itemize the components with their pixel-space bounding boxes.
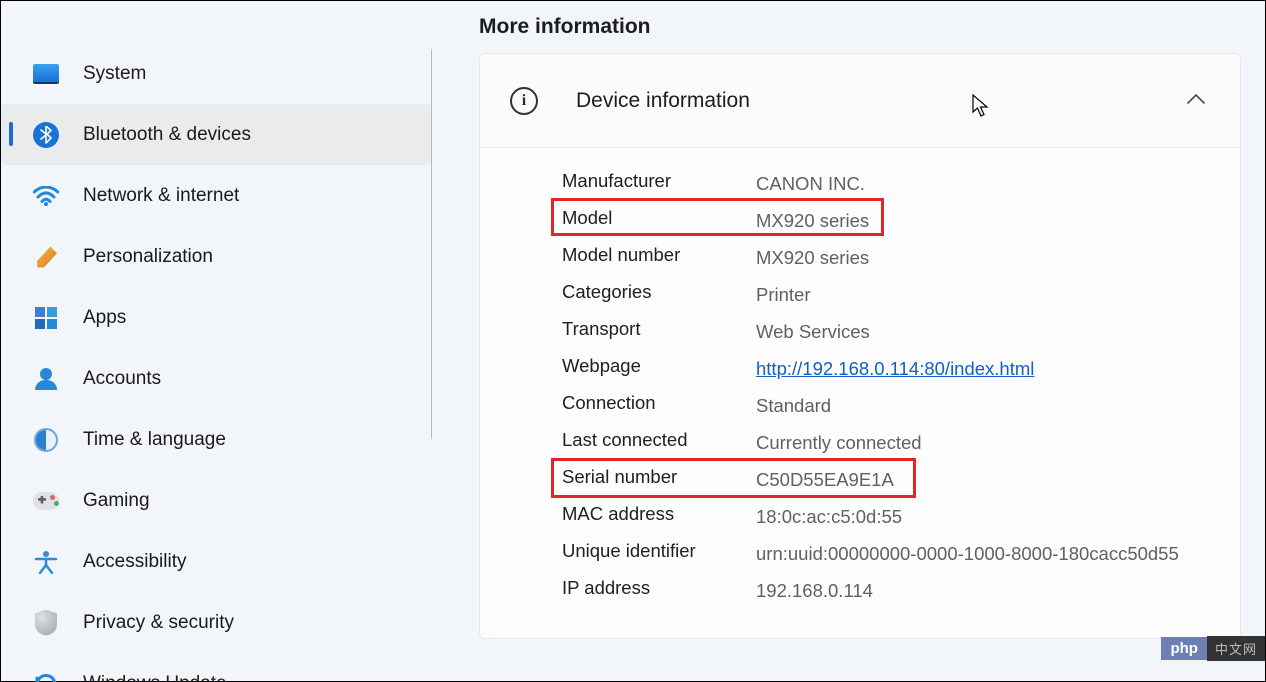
row-transport: TransportWeb Services [562,316,1210,353]
sidebar-item-label: System [83,63,146,85]
sidebar-item-gaming[interactable]: Gaming [1,470,431,531]
personalization-icon [33,244,59,270]
mouse-cursor-icon [972,94,990,116]
row-last-connected: Last connectedCurrently connected [562,427,1210,464]
card-title: Device information [576,89,750,113]
row-webpage: Webpagehttp://192.168.0.114:80/index.htm… [562,353,1210,390]
row-ip: IP address192.168.0.114 [562,575,1210,612]
sidebar-item-label: Time & language [83,429,226,451]
card-body: ManufacturerCANON INC. ModelMX920 series… [480,148,1240,612]
row-mac: MAC address18:0c:ac:c5:0d:55 [562,501,1210,538]
network-icon [33,183,59,209]
label-categories: Categories [562,279,756,303]
sidebar-item-accessibility[interactable]: Accessibility [1,531,431,592]
sidebar-item-label: Privacy & security [83,612,234,634]
info-icon: i [510,87,538,115]
sidebar-item-label: Gaming [83,490,150,512]
row-manufacturer: ManufacturerCANON INC. [562,168,1210,205]
sidebar-item-personalization[interactable]: Personalization [1,226,431,287]
accounts-icon [33,366,59,392]
page-title: More information [479,15,1241,39]
sidebar-item-windows-update[interactable]: Windows Update [1,653,431,682]
row-model-number: Model numberMX920 series [562,242,1210,279]
label-model: Model [562,205,756,229]
time-language-icon [33,427,59,453]
sidebar-item-label: Apps [83,307,126,329]
accessibility-icon [33,549,59,575]
card-header[interactable]: i Device information [480,54,1240,148]
value-ip: 192.168.0.114 [756,575,1210,605]
update-icon [33,671,59,682]
sidebar-item-label: Accounts [83,368,161,390]
sidebar-item-time-language[interactable]: Time & language [1,409,431,470]
value-transport: Web Services [756,316,1210,346]
label-webpage: Webpage [562,353,756,377]
value-categories: Printer [756,279,1210,309]
label-mac: MAC address [562,501,756,525]
value-uid: urn:uuid:00000000-0000-1000-8000-180cacc… [756,538,1210,568]
sidebar-item-accounts[interactable]: Accounts [1,348,431,409]
label-manufacturer: Manufacturer [562,168,756,192]
value-manufacturer: CANON INC. [756,168,1210,198]
sidebar-item-label: Personalization [83,246,213,268]
sidebar-item-bluetooth-devices[interactable]: Bluetooth & devices [1,104,431,165]
sidebar-item-privacy-security[interactable]: Privacy & security [1,592,431,653]
row-model: ModelMX920 series [562,205,1210,242]
chevron-up-icon[interactable] [1186,92,1206,110]
system-icon [33,61,59,87]
sidebar-item-label: Accessibility [83,551,186,573]
bluetooth-icon [33,122,59,148]
label-uid: Unique identifier [562,538,756,562]
main-content: More information i Device information Ma… [431,1,1265,681]
apps-icon [33,305,59,331]
value-serial: C50D55EA9E1A [756,464,1210,494]
privacy-icon [33,610,59,636]
watermark-right: 中文网 [1207,636,1265,661]
label-serial: Serial number [562,464,756,488]
row-categories: CategoriesPrinter [562,279,1210,316]
gaming-icon [33,488,59,514]
sidebar-item-system[interactable]: System [1,43,431,104]
value-connection: Standard [756,390,1210,420]
row-serial: Serial numberC50D55EA9E1A [562,464,1210,501]
sidebar-item-network[interactable]: Network & internet [1,165,431,226]
sidebar-item-label: Network & internet [83,185,239,207]
sidebar-item-label: Windows Update [83,673,227,682]
value-model: MX920 series [756,205,1210,235]
link-webpage[interactable]: http://192.168.0.114:80/index.html [756,358,1034,379]
label-transport: Transport [562,316,756,340]
row-uid: Unique identifierurn:uuid:00000000-0000-… [562,538,1210,575]
value-model-number: MX920 series [756,242,1210,272]
label-connection: Connection [562,390,756,414]
watermark-left: php [1161,637,1207,660]
label-model-number: Model number [562,242,756,266]
sidebar-item-label: Bluetooth & devices [83,124,251,146]
row-connection: ConnectionStandard [562,390,1210,427]
device-info-card: i Device information ManufacturerCANON I… [479,53,1241,639]
label-last-connected: Last connected [562,427,756,451]
watermark-badge: php 中文网 [1161,636,1265,661]
value-last-connected: Currently connected [756,427,1210,457]
value-mac: 18:0c:ac:c5:0d:55 [756,501,1210,531]
settings-sidebar: System Bluetooth & devices Network & int… [1,1,431,681]
sidebar-item-apps[interactable]: Apps [1,287,431,348]
label-ip: IP address [562,575,756,599]
